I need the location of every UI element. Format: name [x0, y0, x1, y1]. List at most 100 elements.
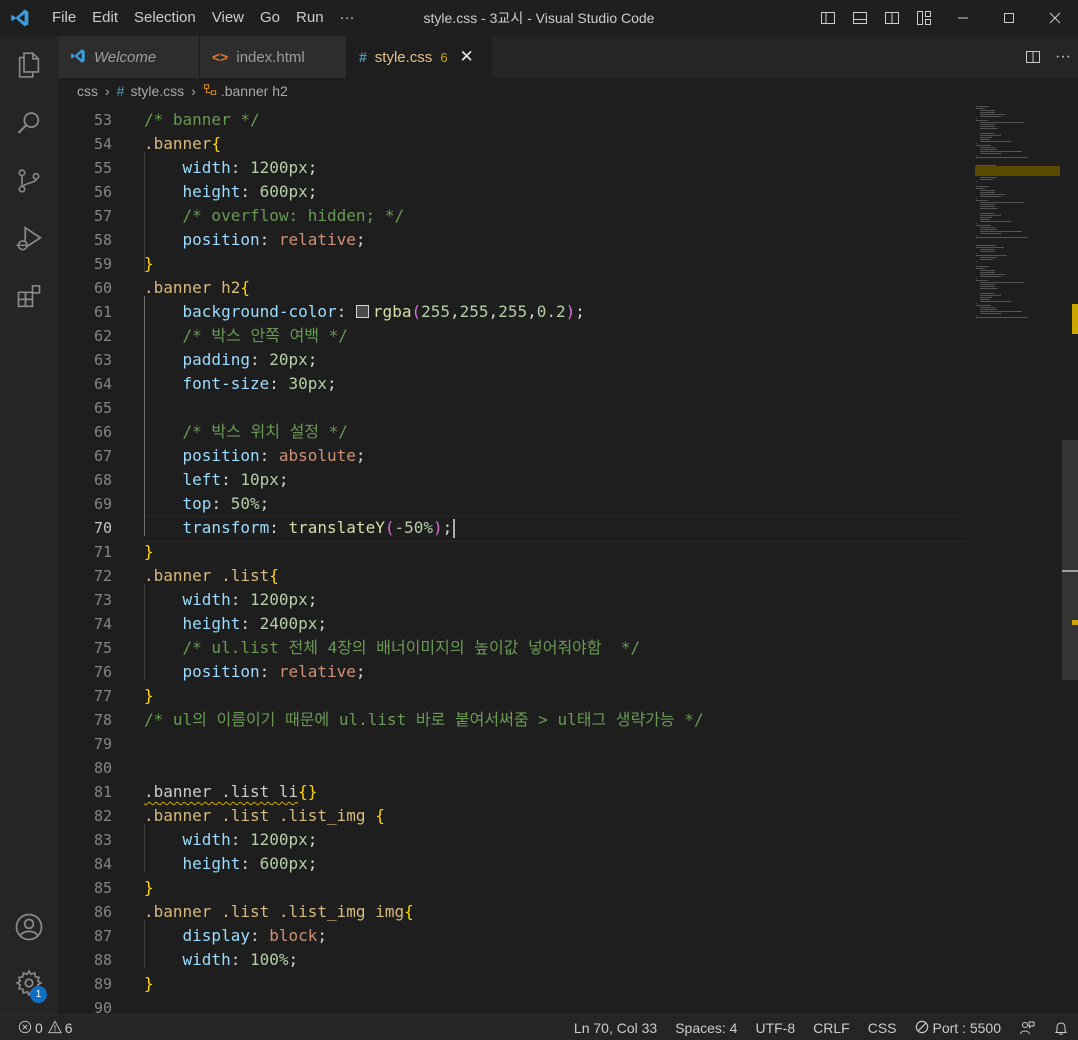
code-token: :	[336, 302, 356, 321]
code-line[interactable]: 53 /* banner */	[58, 108, 1062, 132]
code-line[interactable]: 64 font-size: 30px;	[58, 372, 1062, 396]
code-line[interactable]: 76 position: relative;	[58, 660, 1062, 684]
code-token: ;	[575, 302, 585, 321]
tab-welcome[interactable]: Welcome	[58, 36, 200, 78]
code-line[interactable]: 73 width: 1200px;	[58, 588, 1062, 612]
customize-layout-icon[interactable]	[908, 0, 940, 36]
code-line[interactable]: 71}	[58, 540, 1062, 564]
problems-indicator[interactable]: 0 6	[18, 1015, 73, 1040]
code-line[interactable]: 82 .banner .list .list_img {	[58, 804, 1062, 828]
code-line[interactable]: 66 /* 박스 위치 설정 */	[58, 420, 1062, 444]
code-line[interactable]: 63 padding: 20px;	[58, 348, 1062, 372]
vertical-scrollbar[interactable]	[1062, 104, 1078, 1014]
menu-view[interactable]: View	[204, 0, 252, 36]
code-line[interactable]: 88 width: 100%;	[58, 948, 1062, 972]
code-line[interactable]: 87 display: block;	[58, 924, 1062, 948]
minimap-line	[976, 145, 992, 146]
code-line[interactable]: 80	[58, 756, 1062, 780]
code-editor[interactable]: 53/* banner */54 .banner{55 width: 1200px…	[58, 104, 1062, 1014]
extensions-icon[interactable]	[0, 268, 58, 326]
code-line[interactable]: 86 .banner .list .list_img img{	[58, 900, 1062, 924]
code-line[interactable]: 84 height: 600px;	[58, 852, 1062, 876]
code-line[interactable]: 79	[58, 732, 1062, 756]
menu-more[interactable]: ···	[332, 0, 363, 36]
source-control-icon[interactable]	[0, 152, 58, 210]
minimap-line	[980, 116, 1001, 117]
code-line[interactable]: 77}	[58, 684, 1062, 708]
code-line[interactable]: 85}	[58, 876, 1062, 900]
minimap[interactable]	[974, 104, 1062, 324]
code-line[interactable]: 58 position: relative;	[58, 228, 1062, 252]
breadcrumb-folder[interactable]: css	[77, 83, 98, 99]
code-line[interactable]: 67 position: absolute;	[58, 444, 1062, 468]
code-line[interactable]: 60 .banner h2{	[58, 276, 1062, 300]
minimap-line	[980, 206, 996, 207]
tab-style-css[interactable]: # style.css 6 ✕	[347, 36, 492, 78]
cursor-position[interactable]: Ln 70, Col 33	[565, 1015, 666, 1040]
code-line[interactable]: 69 top: 50%;	[58, 492, 1062, 516]
minimap-line	[980, 177, 997, 178]
tab-index-html[interactable]: <> index.html	[200, 36, 347, 78]
code-line[interactable]: 62 /* 박스 안쪽 여백 */	[58, 324, 1062, 348]
code-text: left: 10px;	[144, 468, 289, 492]
run-debug-icon[interactable]	[0, 210, 58, 268]
code-line[interactable]: 90	[58, 996, 1062, 1014]
color-swatch[interactable]	[355, 305, 369, 318]
code-line[interactable]: 70 transform: translateY(-50%);	[58, 516, 1062, 540]
language-mode[interactable]: CSS	[859, 1015, 906, 1040]
end-of-line[interactable]: CRLF	[804, 1015, 859, 1040]
menu-go[interactable]: Go	[252, 0, 288, 36]
manage-settings-button[interactable]: 1	[0, 956, 58, 1014]
encoding[interactable]: UTF-8	[746, 1015, 804, 1040]
toggle-secondary-sidebar-icon[interactable]	[876, 0, 908, 36]
code-line[interactable]: 56 height: 600px;	[58, 180, 1062, 204]
line-number: 90	[93, 999, 112, 1014]
menu-edit[interactable]: Edit	[84, 0, 126, 36]
menu-run[interactable]: Run	[288, 0, 332, 36]
breadcrumb-symbol[interactable]: .banner h2	[221, 83, 288, 99]
code-line[interactable]: 75 /* ul.list 전체 4장의 배너이미지의 높이값 넣어줘야함 */	[58, 636, 1062, 660]
scrollbar-thumb[interactable]	[1062, 440, 1078, 680]
menu-file[interactable]: File	[44, 0, 84, 36]
line-number: 74	[93, 615, 112, 633]
maximize-icon[interactable]	[986, 0, 1032, 36]
code-line[interactable]: 57 /* overflow: hidden; */	[58, 204, 1062, 228]
close-window-icon[interactable]	[1032, 0, 1078, 36]
search-icon[interactable]	[0, 94, 58, 152]
toggle-panel-icon[interactable]	[844, 0, 876, 36]
code-line[interactable]: 83 width: 1200px;	[58, 828, 1062, 852]
explorer-icon[interactable]	[0, 36, 58, 94]
code-text: height: 2400px;	[144, 612, 328, 636]
line-number: 67	[93, 447, 112, 465]
code-line[interactable]: 61 background-color: rgba(255,255,255,0.…	[58, 300, 1062, 324]
split-editor-icon[interactable]	[1018, 36, 1048, 78]
code-token: 2400px	[259, 614, 318, 633]
code-line[interactable]: 65	[58, 396, 1062, 420]
minimize-icon[interactable]	[940, 0, 986, 36]
code-line[interactable]: 81 .banner .list li{}	[58, 780, 1062, 804]
code-line[interactable]: 74 height: 2400px;	[58, 612, 1062, 636]
indentation[interactable]: Spaces: 4	[666, 1015, 746, 1040]
code-line[interactable]: 55 width: 1200px;	[58, 156, 1062, 180]
code-token: transform	[182, 518, 270, 537]
code-line[interactable]: 72 .banner .list{	[58, 564, 1062, 588]
toggle-primary-sidebar-icon[interactable]	[812, 0, 844, 36]
code-line[interactable]: 59}	[58, 252, 1062, 276]
code-line[interactable]: 78 /* ul의 이름이기 때문에 ul.list 바로 붙여서써줌 > ul태…	[58, 708, 1062, 732]
breadcrumb: css › # style.css › .banner h2	[58, 78, 1078, 104]
cursor-position-marker	[1062, 570, 1078, 572]
code-token: -50%	[394, 518, 433, 537]
close-icon[interactable]: ✕	[460, 47, 474, 67]
code-line[interactable]: 54 .banner{	[58, 132, 1062, 156]
code-token: block	[269, 926, 318, 945]
menu-selection[interactable]: Selection	[126, 0, 204, 36]
feedback-icon[interactable]	[1010, 1015, 1044, 1040]
code-text: width: 1200px;	[144, 588, 318, 612]
code-line[interactable]: 89}	[58, 972, 1062, 996]
notifications-bell-icon[interactable]	[1044, 1015, 1078, 1040]
code-line[interactable]: 68 left: 10px;	[58, 468, 1062, 492]
account-icon[interactable]	[0, 898, 58, 956]
more-actions-icon[interactable]: ···	[1048, 36, 1078, 78]
live-server-port[interactable]: Port : 5500	[906, 1015, 1011, 1040]
breadcrumb-file[interactable]: style.css	[130, 83, 184, 99]
